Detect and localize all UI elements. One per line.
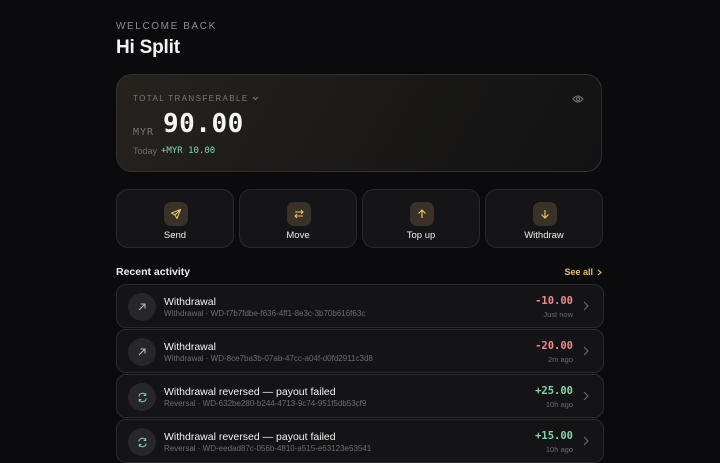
move-label: Move <box>286 230 310 241</box>
arrow-up-right-icon <box>128 293 156 321</box>
item-subtitle: Reversal · WD-eedad87c-056b-4810-a515-e6… <box>164 444 372 453</box>
eye-icon[interactable] <box>572 94 584 104</box>
swap-icon <box>287 202 311 226</box>
item-title: Withdrawal reversed — payout failed <box>164 431 336 443</box>
chevron-down-icon <box>252 96 258 101</box>
list-item[interactable]: Withdrawal Withdrawal · WD-8ce7ba3b-07ab… <box>116 329 604 373</box>
see-all-link[interactable]: See all <box>564 267 602 277</box>
item-time: Just now <box>543 310 573 319</box>
arrow-down-icon <box>533 202 557 226</box>
withdraw-label: Withdraw <box>524 230 564 241</box>
refresh-icon <box>128 383 156 411</box>
item-title: Withdrawal <box>164 296 216 308</box>
item-amount: -20.00 <box>535 340 573 352</box>
chevron-right-icon <box>583 436 589 446</box>
item-amount: +25.00 <box>535 385 573 397</box>
list-item[interactable]: Withdrawal reversed — payout failed Reve… <box>116 419 604 463</box>
item-title: Withdrawal reversed — payout failed <box>164 386 336 398</box>
arrow-up-right-icon <box>128 338 156 366</box>
top-up-label: Top up <box>406 230 436 241</box>
move-button[interactable]: Move <box>239 189 357 248</box>
item-subtitle: Withdrawal · WD-8ce7ba3b-07ab-47cc-a04f-… <box>164 354 373 363</box>
item-subtitle: Reversal · WD-632be280-b244-4713-9c74-95… <box>164 399 367 408</box>
list-item[interactable]: Withdrawal reversed — payout failed Reve… <box>116 374 604 418</box>
send-label: Send <box>163 230 187 241</box>
withdraw-button[interactable]: Withdraw <box>485 189 603 248</box>
chevron-right-icon <box>583 391 589 401</box>
send-button[interactable]: Send <box>116 189 234 248</box>
welcome-label: WELCOME BACK <box>116 21 217 32</box>
item-title: Withdrawal <box>164 341 216 353</box>
see-all-label: See all <box>564 267 593 277</box>
today-label: Today <box>133 146 158 156</box>
item-amount: +15.00 <box>535 430 573 442</box>
chevron-right-icon <box>583 346 589 356</box>
item-subtitle: Withdrawal · WD-f7b7fdbe-f636-4ff1-8e3c-… <box>164 309 366 318</box>
quick-actions: Send Move Top up Withdraw <box>116 189 604 248</box>
today-delta: +MYR 10.00 <box>161 146 216 156</box>
balance-card: TOTAL TRANSFERABLE MYR 90.00 Today +MYR … <box>116 74 602 172</box>
balance-selector[interactable]: TOTAL TRANSFERABLE <box>133 94 259 103</box>
chevron-right-icon <box>583 301 589 311</box>
item-time: 2m ago <box>547 355 573 364</box>
top-up-button[interactable]: Top up <box>362 189 480 248</box>
chevron-right-icon <box>597 269 602 275</box>
send-icon <box>164 202 188 226</box>
page-title: Hi Split <box>116 37 180 58</box>
arrow-up-icon <box>410 202 434 226</box>
item-time: 10h ago <box>545 400 573 409</box>
list-item[interactable]: Withdrawal Withdrawal · WD-f7b7fdbe-f636… <box>116 284 604 328</box>
currency-code: MYR <box>133 127 155 138</box>
item-amount: -10.00 <box>535 295 573 307</box>
refresh-icon <box>128 428 156 456</box>
recent-activity-title: Recent activity <box>116 266 191 278</box>
balance-amount: 90.00 <box>163 109 244 139</box>
balance-label: TOTAL TRANSFERABLE <box>133 94 249 103</box>
